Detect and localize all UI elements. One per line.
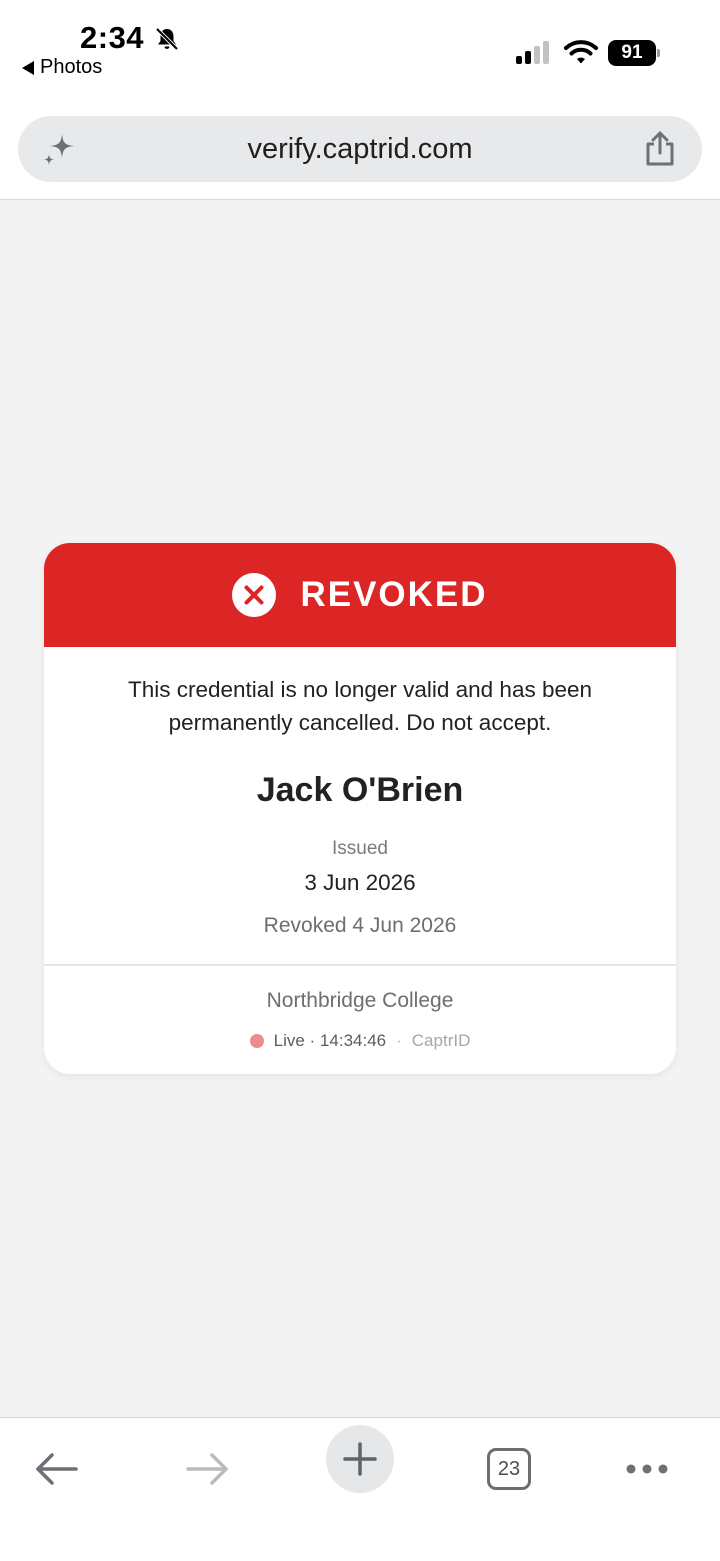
browser-toolbar: verify.captrid.com: [0, 100, 720, 200]
credential-card: REVOKED This credential is no longer val…: [44, 543, 676, 1074]
clock: 2:34: [80, 20, 145, 55]
status-message: This credential is no longer valid and h…: [127, 677, 593, 735]
battery-level: 91: [608, 40, 656, 66]
live-label: Live · 14:34:46: [273, 1031, 387, 1050]
status-bar: 2:34 Photos 91: [0, 0, 720, 100]
plus-icon: [343, 1442, 377, 1476]
wifi-icon: [564, 40, 598, 64]
tabs-icon: 23: [487, 1448, 531, 1490]
separator: ·: [396, 1031, 402, 1050]
issued-date: 3 Jun 2026: [304, 870, 416, 895]
back-to-app-link[interactable]: Photos: [22, 56, 102, 79]
sparkle-icon[interactable]: [40, 130, 78, 168]
signal-icon: [516, 41, 549, 64]
more-icon: [626, 1464, 668, 1474]
address-bar[interactable]: verify.captrid.com: [18, 116, 702, 182]
bell-slash-icon: [155, 27, 179, 51]
revoked-x-icon: [232, 573, 277, 617]
tabs-count: 23: [497, 1457, 521, 1480]
issuer-name: Northbridge College: [266, 989, 454, 1012]
browser-bottom-bar: 23: [0, 1417, 720, 1561]
battery-icon: 91: [608, 40, 660, 66]
divider: [44, 964, 676, 966]
new-tab-button[interactable]: [326, 1425, 394, 1493]
more-button[interactable]: [612, 1434, 682, 1504]
live-dot-icon: [249, 1034, 264, 1048]
tabs-button[interactable]: 23: [474, 1434, 544, 1504]
status-title: REVOKED: [300, 575, 488, 614]
back-app-label: Photos: [40, 56, 103, 78]
live-status: Live · 14:34:46 · CaptrID: [44, 1031, 676, 1051]
forward-arrow-icon: [186, 1453, 228, 1485]
url-text[interactable]: verify.captrid.com: [18, 116, 702, 182]
revoked-date: Revoked 4 Jun 2026: [263, 914, 457, 937]
brand-label: CaptrID: [411, 1031, 471, 1050]
issued-label: Issued: [332, 838, 388, 859]
back-button[interactable]: [22, 1434, 92, 1504]
holder-name: Jack O'Brien: [256, 771, 464, 809]
status-banner: REVOKED: [44, 543, 676, 647]
back-arrow-icon: [36, 1453, 78, 1485]
back-triangle-icon: [22, 60, 34, 75]
forward-button[interactable]: [172, 1434, 242, 1504]
battery-nub: [657, 49, 660, 57]
share-icon[interactable]: [642, 130, 678, 168]
